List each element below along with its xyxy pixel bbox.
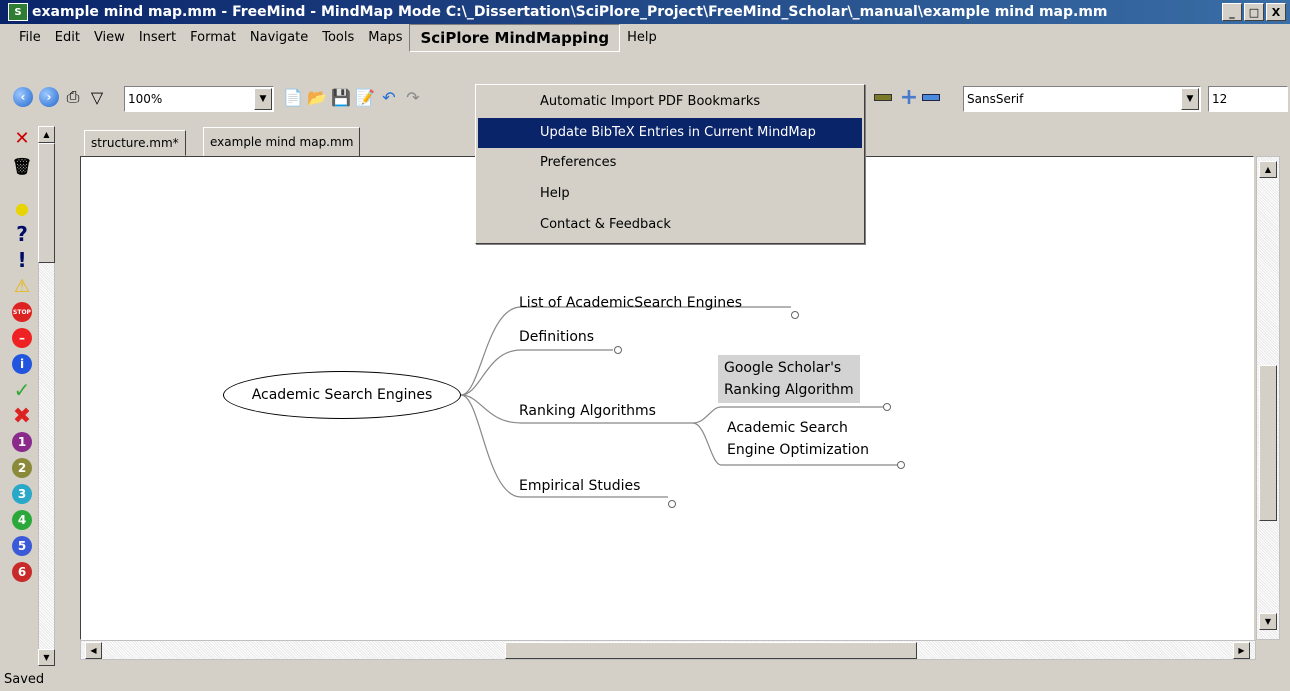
tab-example-mind-map[interactable]: example mind map.mm (203, 127, 361, 156)
title-bar: S example mind map.mm - FreeMind - MindM… (0, 0, 1290, 24)
node-empirical-studies[interactable]: Empirical Studies (519, 478, 640, 494)
menu-view[interactable]: View (87, 24, 132, 52)
warning-icon[interactable]: ⚠ (10, 274, 34, 298)
menu-sciplore-mindmapping[interactable]: SciPlore MindMapping (409, 24, 621, 52)
scroll-down-icon[interactable]: ▼ (1259, 613, 1277, 630)
priority-3-icon[interactable]: 3 (10, 482, 34, 506)
trash-icon[interactable]: 🗑 (10, 154, 34, 178)
info-icon[interactable]: i (10, 352, 34, 376)
menu-help[interactable]: Help (620, 24, 664, 52)
node-line: Google Scholar's (724, 360, 842, 376)
menu-tools[interactable]: Tools (315, 24, 361, 52)
forward-icon[interactable]: › (38, 86, 60, 108)
menu-edit[interactable]: Edit (48, 24, 87, 52)
menu-insert[interactable]: Insert (132, 24, 183, 52)
zoom-select[interactable]: 100% ▼ (124, 86, 274, 112)
freemind-app-icon: S (8, 3, 28, 21)
scroll-right-icon[interactable]: ▶ (1233, 642, 1250, 659)
scroll-up-icon[interactable]: ▲ (1259, 161, 1277, 178)
font-size-field[interactable]: 12 (1208, 86, 1288, 112)
back-icon[interactable]: ‹ (12, 86, 34, 108)
menu-item-help[interactable]: Help (478, 179, 862, 209)
node-list-of-engines[interactable]: List of AcademicSearch Engines (519, 295, 742, 311)
filter-icon[interactable]: ▽ (86, 86, 108, 108)
chevron-down-icon[interactable]: ▼ (1181, 88, 1199, 110)
horizontal-scrollbar[interactable]: ◀ ▶ (80, 640, 1256, 660)
scroll-up-icon[interactable]: ▲ (38, 126, 55, 143)
scrollbar-thumb[interactable] (1259, 365, 1277, 521)
node-ranking-algorithms[interactable]: Ranking Algorithms (519, 403, 656, 419)
scrollbar-thumb[interactable] (38, 143, 55, 263)
decrease-icon[interactable] (872, 86, 894, 108)
menu-format[interactable]: Format (183, 24, 243, 52)
menu-item-preferences[interactable]: Preferences (478, 148, 862, 178)
node-line: Ranking Algorithm (724, 382, 854, 398)
exclamation-icon[interactable]: ! (10, 248, 34, 272)
print-icon[interactable]: ⎙ (62, 86, 84, 108)
font-family-select[interactable]: SansSerif ▼ (963, 86, 1201, 112)
minimize-button[interactable]: _ (1222, 3, 1242, 21)
window-title: example mind map.mm - FreeMind - MindMap… (32, 4, 1108, 20)
save-icon[interactable]: 💾 (330, 86, 352, 108)
new-map-icon[interactable]: 📄 (282, 86, 304, 108)
priority-2-icon[interactable]: 2 (10, 456, 34, 480)
save-as-icon[interactable]: 📝 (354, 86, 376, 108)
checkmark-icon[interactable]: ✓ (10, 378, 34, 402)
icon-toolbar-scrollbar[interactable]: ▲ ▼ (38, 126, 55, 666)
redo-icon[interactable]: ↷ (402, 86, 424, 108)
tab-structure[interactable]: structure.mm* (84, 130, 186, 156)
menu-bar: File Edit View Insert Format Navigate To… (0, 24, 1290, 52)
close-button[interactable]: X (1266, 3, 1286, 21)
priority-1-icon[interactable]: 1 (10, 430, 34, 454)
node-google-scholar-ranking[interactable]: Google Scholar's Ranking Algorithm (718, 355, 860, 403)
chevron-down-icon[interactable]: ▼ (254, 88, 272, 110)
priority-4-icon[interactable]: 4 (10, 508, 34, 532)
node-academic-seo[interactable]: Academic Search Engine Optimization (727, 417, 869, 461)
priority-5-icon[interactable]: 5 (10, 534, 34, 558)
status-bar: Saved (4, 672, 45, 687)
font-size-value: 12 (1212, 92, 1228, 106)
undo-icon[interactable]: ↶ (378, 86, 400, 108)
open-folder-icon[interactable]: 📂 (306, 86, 328, 108)
menu-item-update-bibtex[interactable]: Update BibTeX Entries in Current MindMap (478, 118, 862, 148)
question-icon[interactable]: ? (10, 222, 34, 246)
no-entry-icon[interactable]: – (10, 326, 34, 350)
fold-indicator (897, 461, 905, 469)
root-node[interactable]: Academic Search Engines (223, 371, 461, 419)
node-definitions[interactable]: Definitions (519, 329, 594, 345)
font-family-value: SansSerif (967, 92, 1024, 106)
remove-last-icon[interactable]: ✕ (10, 126, 34, 150)
icon-toolbar: ✕ 🗑 ● ? ! ⚠ STOP – i ✓ ✖ 1 2 3 4 5 6 (10, 126, 38, 666)
menu-item-contact-feedback[interactable]: Contact & Feedback (478, 210, 862, 240)
lightbulb-icon[interactable]: ● (10, 196, 34, 220)
scrollbar-thumb[interactable] (505, 642, 917, 659)
fold-indicator (791, 311, 799, 319)
menu-item-import-pdf-bookmarks[interactable]: Automatic Import PDF Bookmarks (478, 87, 862, 117)
menu-maps[interactable]: Maps (361, 24, 409, 52)
fold-indicator (883, 403, 891, 411)
menu-file[interactable]: File (12, 24, 48, 52)
scroll-down-icon[interactable]: ▼ (38, 649, 55, 666)
vertical-scrollbar[interactable]: ▲ ▼ (1256, 156, 1280, 640)
scroll-left-icon[interactable]: ◀ (85, 642, 102, 659)
maximize-button[interactable]: □ (1244, 3, 1264, 21)
menu-navigate[interactable]: Navigate (243, 24, 315, 52)
priority-6-icon[interactable]: 6 (10, 560, 34, 584)
cross-icon[interactable]: ✖ (10, 404, 34, 429)
remove-icon[interactable] (920, 86, 942, 108)
node-line: Academic Search (727, 420, 848, 436)
zoom-value: 100% (128, 92, 163, 106)
sciplore-dropdown-menu: Automatic Import PDF Bookmarks Update Bi… (475, 84, 865, 244)
add-icon[interactable]: + (898, 85, 920, 110)
fold-indicator (668, 500, 676, 508)
stop-icon[interactable]: STOP (10, 300, 34, 324)
fold-indicator (614, 346, 622, 354)
node-line: Engine Optimization (727, 442, 869, 458)
